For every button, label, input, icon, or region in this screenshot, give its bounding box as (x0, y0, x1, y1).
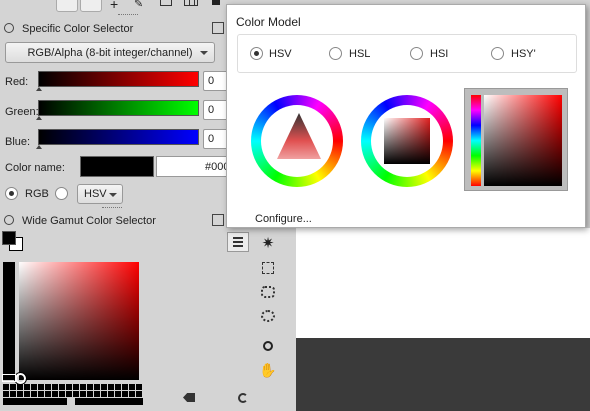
hsv-model-radio[interactable] (250, 47, 263, 60)
zoom-icon[interactable] (258, 336, 278, 356)
green-label: Green: (5, 106, 39, 118)
pencil-icon[interactable]: ✎ (134, 0, 143, 10)
hue-strip-cursor[interactable] (2, 374, 16, 382)
pan-icon[interactable]: ✋ (258, 360, 278, 380)
fuzzy-select-icon[interactable]: ✷ (258, 233, 278, 253)
hsl-model-radio[interactable] (329, 47, 342, 60)
hsv-dropdown[interactable]: HSV (77, 184, 123, 204)
popup-title: Color Model (236, 15, 301, 29)
current-color-swatch (80, 156, 154, 177)
color-model-dropdown[interactable]: RGB/Alpha (8-bit integer/channel) (5, 42, 215, 63)
model-options-group: HSV HSL HSI HSY' (237, 34, 577, 73)
save-icon[interactable] (160, 0, 172, 6)
sv-preview-square (484, 95, 562, 186)
red-slider-handle[interactable] (36, 87, 42, 91)
hsi-model-label: HSI (430, 48, 449, 60)
menu-icon[interactable] (227, 232, 249, 252)
detach-icon[interactable] (212, 22, 224, 34)
erase-icon[interactable] (183, 393, 195, 402)
lasso-select-icon[interactable] (258, 306, 278, 326)
top-toolbar: + ✎ (0, 0, 226, 16)
red-label: Red: (5, 76, 29, 88)
add-icon[interactable]: + (110, 0, 118, 12)
lock-icon[interactable] (4, 215, 14, 225)
blue-slider-handle[interactable] (36, 145, 42, 149)
configure-link[interactable]: Configure... (255, 213, 312, 225)
color-swatch-icon[interactable] (212, 0, 220, 5)
hsv-dropdown-value: HSV (84, 188, 107, 200)
lock-icon[interactable] (4, 23, 14, 33)
color-name-input[interactable]: #000 (156, 156, 229, 177)
rgb-radio-label: RGB (25, 188, 49, 200)
free-select-icon[interactable] (258, 282, 278, 302)
hsy-model-radio[interactable] (491, 47, 504, 60)
detach-icon[interactable] (212, 214, 224, 226)
wide-gamut-title: Wide Gamut Color Selector (22, 215, 156, 227)
value-strip[interactable] (3, 262, 15, 380)
toolbox-column: ✷ ✋ (252, 228, 288, 411)
hsi-model-radio[interactable] (410, 47, 423, 60)
foreground-color-swatch[interactable] (2, 231, 16, 245)
specific-selector-title: Specific Color Selector (22, 23, 134, 35)
toolbar-button-2[interactable] (80, 0, 102, 12)
reset-icon[interactable] (238, 393, 248, 403)
rgb-radio[interactable] (5, 187, 18, 200)
strip-square-selector-option[interactable] (464, 88, 568, 191)
palette-strip[interactable] (3, 391, 143, 397)
palette-gap (67, 398, 75, 405)
square-selector-square (384, 118, 430, 164)
hue-strip (471, 95, 481, 186)
palette-strip[interactable] (3, 384, 143, 390)
blue-slider[interactable] (38, 129, 199, 145)
hsv-radio[interactable] (55, 187, 68, 200)
color-picker-select-icon[interactable] (258, 258, 278, 278)
red-slider[interactable] (38, 71, 199, 87)
color-model-dropdown-value: RGB/Alpha (8-bit integer/channel) (27, 46, 193, 59)
chevron-down-icon (109, 193, 117, 197)
drag-handle[interactable] (118, 14, 138, 16)
grid-icon[interactable] (184, 0, 198, 6)
hsv-model-label: HSV (269, 48, 292, 60)
color-name-label: Color name: (5, 162, 65, 174)
canvas-image[interactable] (296, 228, 590, 338)
sv-cursor[interactable] (14, 372, 27, 385)
drag-handle[interactable] (102, 207, 122, 209)
hsl-model-label: HSL (349, 48, 371, 60)
green-slider[interactable] (38, 100, 199, 116)
green-slider-handle[interactable] (36, 116, 42, 120)
hsy-model-label: HSY' (511, 48, 536, 60)
color-model-popup: Color Model HSV HSL HSI HSY' Configure..… (226, 4, 586, 228)
chevron-down-icon (200, 51, 208, 55)
sv-square[interactable] (19, 262, 139, 380)
blue-label: Blue: (5, 136, 31, 148)
toolbar-button-1[interactable] (56, 0, 78, 12)
